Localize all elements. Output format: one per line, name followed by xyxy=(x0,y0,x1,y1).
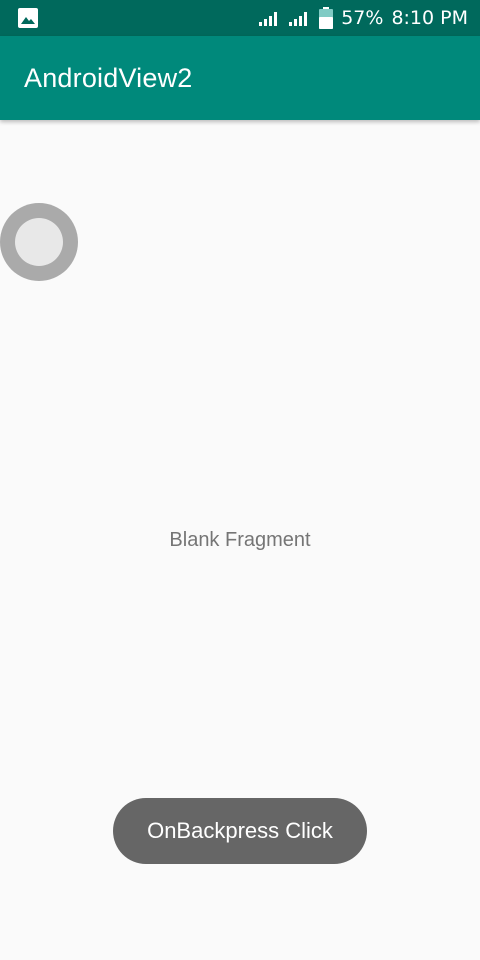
toast-message: OnBackpress Click xyxy=(113,798,367,864)
assistive-touch-inner xyxy=(15,218,63,266)
fragment-text: Blank Fragment xyxy=(169,529,311,551)
signal-icon xyxy=(289,10,311,26)
battery-icon xyxy=(319,7,334,29)
status-bar: 57% 8:10 PM xyxy=(0,0,480,36)
status-right: 57% 8:10 PM xyxy=(259,7,468,29)
app-title: AndroidView2 xyxy=(24,62,193,93)
signal-icon xyxy=(259,10,281,26)
status-left xyxy=(18,8,38,28)
app-bar: AndroidView2 xyxy=(0,36,480,120)
clock: 8:10 PM xyxy=(391,7,468,29)
main-content: Blank Fragment OnBackpress Click xyxy=(0,120,480,960)
assistive-touch-button[interactable] xyxy=(0,203,78,281)
battery-percent: 57% xyxy=(341,7,384,29)
image-icon xyxy=(18,8,38,28)
